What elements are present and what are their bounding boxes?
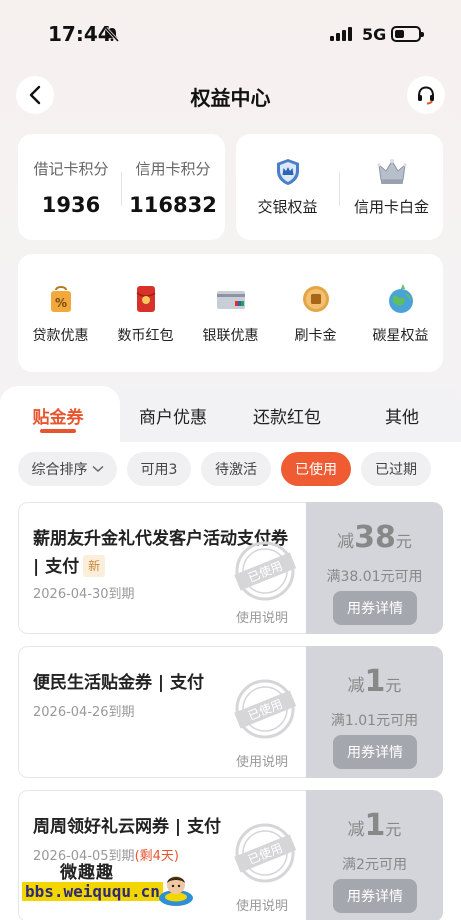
crown-icon [376,159,407,184]
signal-icon [330,27,352,41]
quick-item-card-gold[interactable]: 刷卡金 [273,282,358,345]
filter-available[interactable]: 可用3 [127,452,191,486]
customer-service-button[interactable] [407,76,445,114]
bank-card-icon [216,291,245,309]
coupon-amount: 减38元 [337,520,412,555]
rights-item-label: 信用卡白金 [353,198,429,216]
tab-gold-coupon[interactable]: 贴金券 [3,403,113,428]
used-stamp: 已使用 [234,823,297,883]
status-bar: 17:44 5G [0,0,461,66]
chevron-down-icon [91,465,104,473]
coupon-card[interactable]: 薪朋友升金礼代发客户活动支付券 | 支付新 2026-04-30到期 已使用 使… [18,502,443,634]
watermark-url: bbs.weiququ.cn [22,882,163,901]
tab-other[interactable]: 其他 [347,403,457,428]
quick-item-loan[interactable]: % 贷款优惠 [18,282,103,345]
coupon-amount-panel: 减1元 满2元可用 用券详情 [306,790,443,920]
earth-icon [388,284,413,313]
rights-item-bocom[interactable]: 交银权益 [236,156,339,217]
gold-coin-icon [302,286,329,312]
credit-points[interactable]: 信用卡积分 116832 [123,158,223,217]
usage-info-link[interactable]: 使用说明 [236,607,288,626]
watermark-text: 微趣趣 [60,863,114,883]
coupon-detail-button[interactable]: 用券详情 [333,879,417,913]
quick-item-ecny[interactable]: 数币红包 [103,282,188,345]
mascot-icon [159,876,193,906]
filter-sort-label: 综合排序 [31,462,88,478]
coupon-card[interactable]: 便民生活贴金券 | 支付 2026-04-26到期 已使用 使用说明 减1元 满… [18,646,443,778]
svg-text:已使用: 已使用 [246,558,285,585]
coupon-expiry: 2026-04-30到期 [33,587,135,602]
credit-points-label: 信用卡积分 [135,160,211,178]
coupon-condition: 满1.01元可用 [330,713,419,729]
coupon-condition: 满38.01元可用 [326,569,423,585]
status-time: 17:44 [48,22,112,46]
coupon-amount: 减1元 [347,664,402,699]
points-card: 借记卡积分 1936 信用卡积分 116832 [18,134,225,240]
quick-item-label: 贷款优惠 [32,328,89,344]
header: 权益中心 [0,70,461,120]
debit-points[interactable]: 借记卡积分 1936 [21,158,121,217]
watermark: 微趣趣 bbs.weiququ.cn [22,856,212,916]
shield-crown-icon [276,159,299,185]
bell-muted-icon [104,26,120,42]
quick-item-label: 银联优惠 [202,328,259,344]
quick-menu: % 贷款优惠 数币红包 银联优惠 刷卡金 碳星权益 [18,254,443,372]
filter-sort[interactable]: 综合排序 [18,452,117,486]
coupon-info: 薪朋友升金礼代发客户活动支付券 | 支付新 2026-04-30到期 已使用 使… [18,502,306,634]
debit-points-label: 借记卡积分 [33,160,109,178]
rights-card: 交银权益 信用卡白金 [236,134,443,240]
filter-pending[interactable]: 待激活 [201,452,271,486]
debit-points-value: 1936 [41,193,101,217]
network-label: 5G [362,25,387,44]
page-title: 权益中心 [190,86,271,110]
active-tab-indicator [40,429,76,433]
used-stamp: 已使用 [234,541,297,601]
coupon-amount: 减1元 [347,808,402,843]
quick-item-label: 数币红包 [117,328,174,344]
filter-expired[interactable]: 已过期 [361,452,431,486]
svg-text:已使用: 已使用 [246,696,285,723]
rights-item-label: 交银权益 [257,198,318,216]
tab-merchant[interactable]: 商户优惠 [118,403,228,428]
percent-bag-icon: % [50,286,71,312]
tab-repay-packet[interactable]: 还款红包 [232,403,342,428]
svg-text:%: % [54,296,66,310]
quick-item-carbon[interactable]: 碳星权益 [358,282,443,345]
quick-item-label: 碳星权益 [372,328,429,344]
new-badge: 新 [83,555,106,577]
coupon-amount-panel: 减38元 满38.01元可用 用券详情 [306,502,443,634]
coupon-condition: 满2元可用 [342,857,407,873]
coupon-amount-panel: 减1元 满1.01元可用 用券详情 [306,646,443,778]
coupon-info: 便民生活贴金券 | 支付 2026-04-26到期 已使用 使用说明 [18,646,306,778]
red-packet-icon [136,286,155,312]
rights-item-platinum[interactable]: 信用卡白金 [340,156,443,217]
battery-icon [391,26,424,42]
coupon-expiry: 2026-04-26到期 [33,705,135,720]
quick-item-label: 刷卡金 [294,328,337,344]
credit-points-value: 116832 [129,193,217,217]
svg-text:已使用: 已使用 [246,840,285,867]
headset-icon [418,86,434,105]
usage-info-link[interactable]: 使用说明 [236,895,288,914]
coupon-detail-button[interactable]: 用券详情 [333,591,417,625]
used-stamp: 已使用 [234,679,297,739]
tab-bar: 贴金券 商户优惠 还款红包 其他 [0,386,461,442]
quick-item-unionpay[interactable]: 银联优惠 [188,282,273,345]
usage-info-link[interactable]: 使用说明 [236,751,288,770]
divider [121,172,122,206]
coupon-detail-button[interactable]: 用券详情 [333,735,417,769]
filter-used[interactable]: 已使用 [281,452,351,486]
